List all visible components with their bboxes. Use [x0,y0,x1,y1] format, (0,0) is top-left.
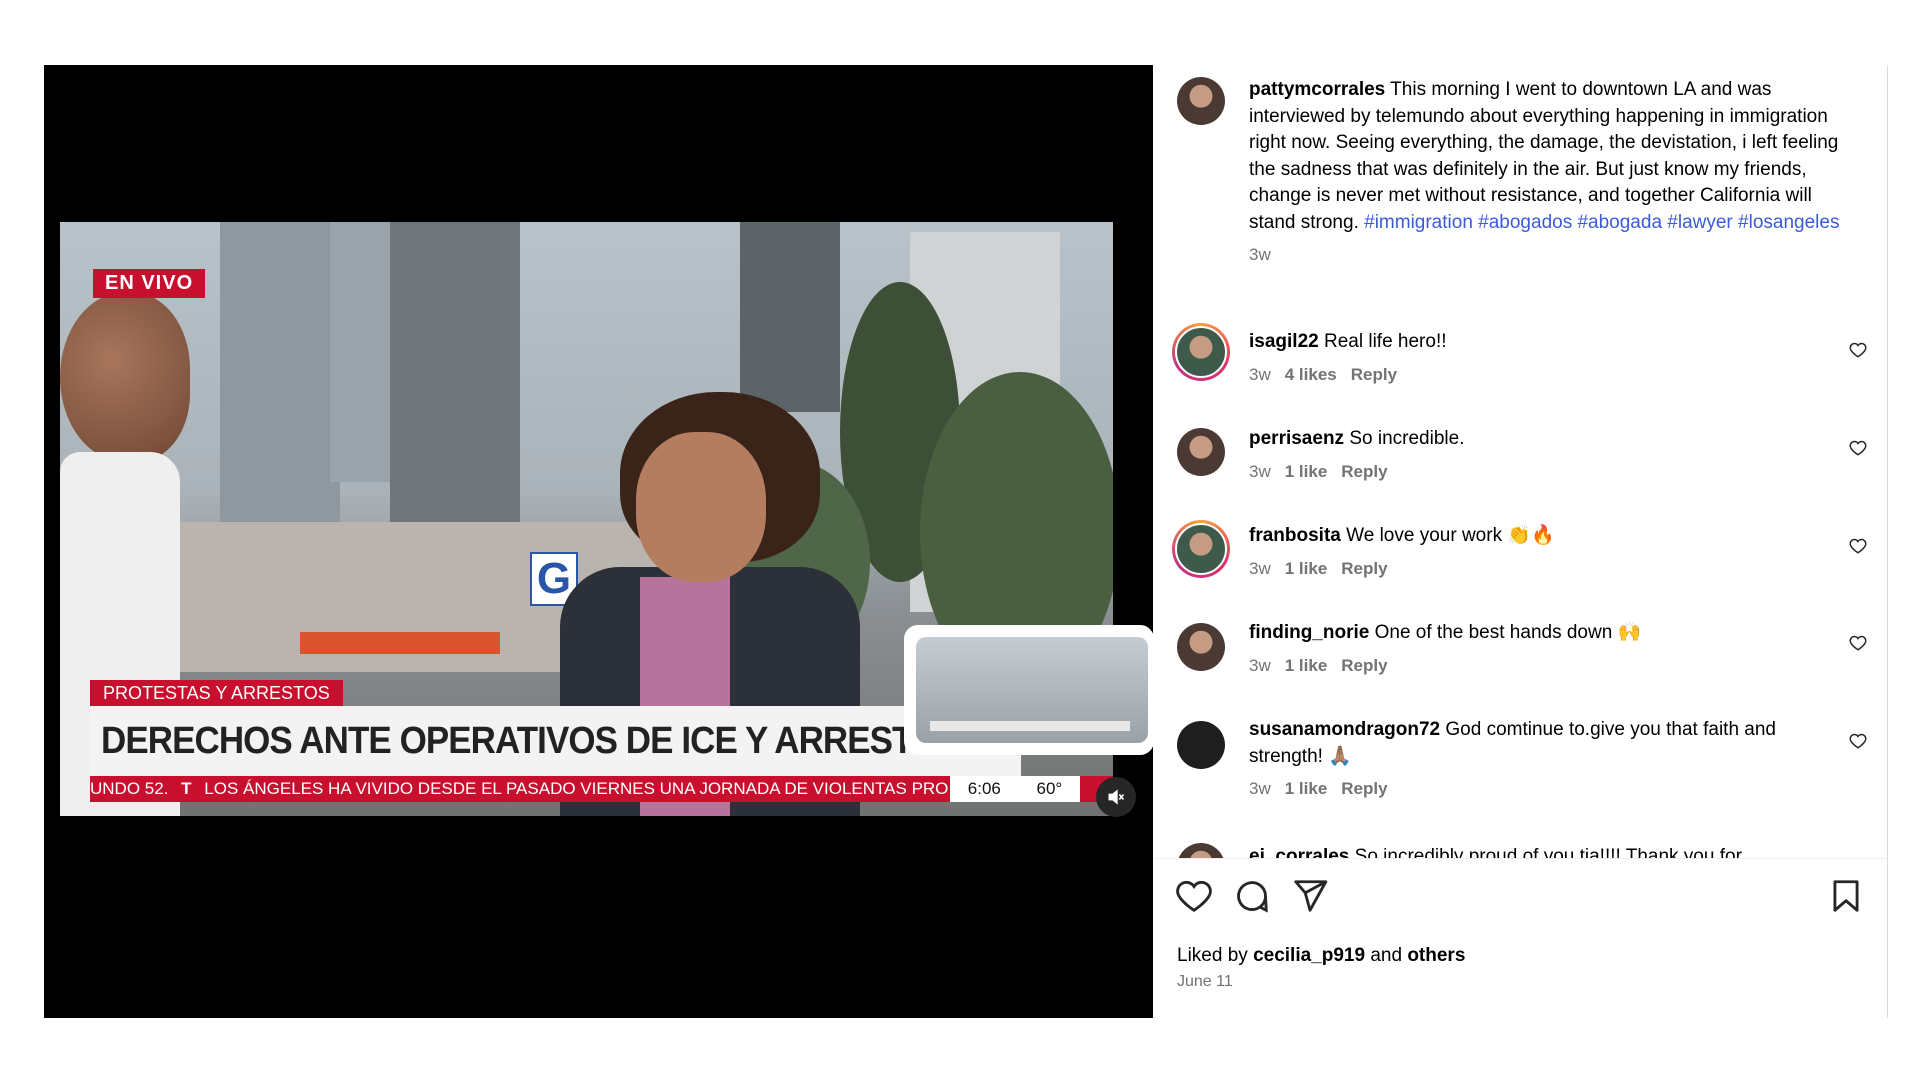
comment-likes[interactable]: 1 like [1285,779,1328,798]
commenter-avatar[interactable] [1177,721,1225,769]
telemundo-logo: T [181,779,192,798]
comment-text: So incredibly proud of you tia!!!! Thank… [1354,846,1742,858]
comment-likes[interactable]: 1 like [1285,462,1328,481]
comment-item: franbosita We love your work 👏🔥 3w 1 like… [1249,523,1809,582]
comment-item: ej_corrales So incredibly proud of you t… [1249,844,1849,858]
comment-likes[interactable]: 1 like [1285,656,1328,675]
comment-age: 3w [1249,364,1271,384]
comment-heart-icon[interactable] [1849,439,1867,457]
caption-meta: 3w [1249,242,1859,269]
comment-username[interactable]: franbosita [1249,525,1341,546]
caption-text: This morning I went to downtown LA and w… [1249,79,1839,233]
commenter-avatar[interactable] [1177,843,1225,858]
comment-age: 3w [1249,461,1271,481]
ticker-prefix: UNDO 52. [90,779,169,798]
post-video[interactable]: G EN VIVO PROTESTAS Y ARRESTOS DERECHOS … [44,65,1153,1018]
reply-button[interactable]: Reply [1341,559,1387,578]
commenter-avatar[interactable] [1177,428,1225,476]
reply-button[interactable]: Reply [1341,656,1387,675]
comment-item: perrisaenz So incredible. 3w 1 like Reply [1249,426,1809,485]
comments-scroll-area[interactable]: pattymcorrales This morning I went to do… [1153,65,1887,858]
comment-text: We love your work 👏🔥 [1346,525,1555,546]
comment-username[interactable]: finding_norie [1249,622,1369,643]
comment-likes[interactable]: 4 likes [1285,365,1337,384]
commenter-avatar[interactable] [1177,623,1225,671]
post-side-panel: pattymcorrales This morning I went to do… [1153,65,1888,1018]
muted-speaker-icon [1108,789,1125,805]
comment-username[interactable]: ej_corrales [1249,846,1349,858]
reply-button[interactable]: Reply [1351,365,1397,384]
comment-username[interactable]: susanamondragon72 [1249,719,1440,740]
liked-prefix: Liked by [1177,945,1248,966]
comment-item: finding_norie One of the best hands down… [1249,620,1809,679]
comment-text: One of the best hands down 🙌 [1374,622,1642,643]
live-badge: EN VIVO [93,269,206,298]
comment-heart-icon[interactable] [1849,341,1867,359]
send-icon[interactable] [1291,877,1329,915]
post-date: June 11 [1177,973,1233,990]
news-headline: DERECHOS ANTE OPERATIVOS DE ICE Y ARREST… [90,706,1022,776]
comment-heart-icon[interactable] [1849,634,1867,652]
comment-username[interactable]: perrisaenz [1249,428,1344,449]
author-username[interactable]: pattymcorrales [1249,79,1385,100]
reply-button[interactable]: Reply [1341,462,1387,481]
comment-text: Real life hero!! [1324,331,1447,352]
comment-item: isagil22 Real life hero!! 3w 4 likes Reply [1249,329,1809,388]
heart-icon[interactable] [1175,877,1213,915]
comment-age: 3w [1249,779,1271,798]
liked-and: and [1370,945,1403,966]
news-tag: PROTESTAS Y ARRESTOS [90,680,343,707]
news-clock: 6:06 60° [950,776,1080,802]
caption-hashtags[interactable]: #immigration #abogados #abogada #lawyer … [1364,212,1839,233]
comment-username[interactable]: isagil22 [1249,331,1319,352]
author-avatar[interactable] [1177,77,1225,125]
comment-icon[interactable] [1233,877,1271,915]
comment-heart-icon[interactable] [1849,537,1867,555]
post-caption: pattymcorrales This morning I went to do… [1249,77,1859,269]
commenter-avatar[interactable] [1172,323,1230,381]
clock-temp: 60° [1036,779,1063,798]
comment-age: 3w [1249,558,1271,578]
instagram-post: G EN VIVO PROTESTAS Y ARRESTOS DERECHOS … [44,65,1888,1018]
comment-age: 3w [1249,655,1271,675]
liked-others[interactable]: others [1407,945,1465,966]
comment-text: So incredible. [1349,428,1465,449]
caption-age: 3w [1249,245,1271,264]
commenter-avatar[interactable] [1172,520,1230,578]
liked-user[interactable]: cecilia_p919 [1253,945,1365,966]
comment-item: susanamondragon72 God comtinue to.give y… [1249,717,1809,803]
comment-likes[interactable]: 1 like [1285,559,1328,578]
liked-by: Liked by cecilia_p919 and others [1177,945,1465,967]
post-actions: Liked by cecilia_p919 and others June 11 [1153,858,1887,1019]
ticker-text: LOS ÁNGELES HA VIVIDO DESDE EL PASADO VI… [204,779,949,798]
mute-button[interactable] [1096,777,1136,817]
clock-time: 6:06 [967,779,1001,798]
bookmark-icon[interactable] [1827,877,1865,915]
comment-heart-icon[interactable] [1849,732,1867,750]
picture-in-picture-thumbnail[interactable] [904,625,1153,755]
reply-button[interactable]: Reply [1341,779,1387,798]
